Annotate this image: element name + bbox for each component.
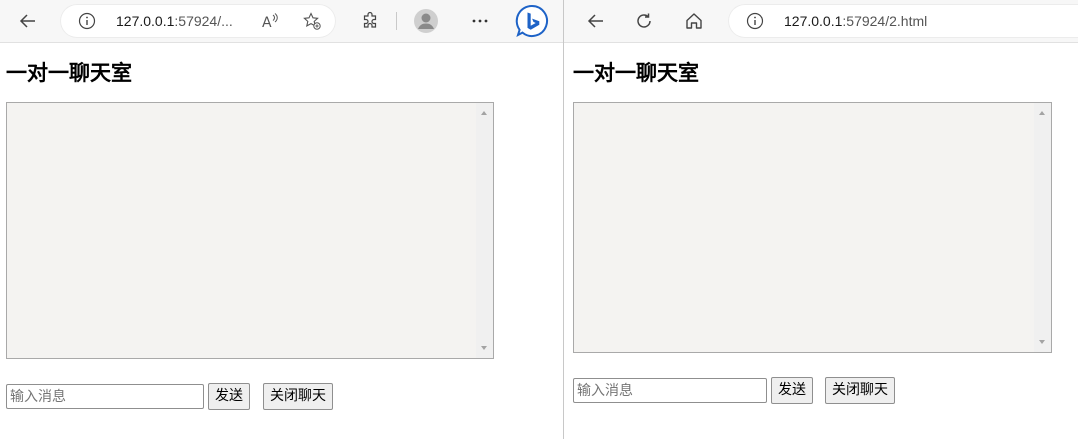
page-content: 一对一聊天室 发送 关闭聊天 [0,43,563,439]
chat-log[interactable] [6,102,494,359]
url-host: 127.0.0.1 [116,13,175,29]
chat-log[interactable] [573,102,1052,353]
browser-window-left: 127.0.0.1:57924/... A 一对一聊天室 输入消息 发送 关闭聊… [0,0,563,439]
svg-text:A: A [262,15,272,31]
scroll-up-arrow-icon[interactable] [481,111,487,115]
page-content: 一对一聊天室 发送 关闭聊天 [564,43,1078,439]
send-button[interactable]: 发送 [208,383,250,410]
more-icon[interactable] [464,5,496,37]
back-arrow-icon[interactable] [580,5,612,37]
page-title: 一对一聊天室 [6,61,132,85]
add-favorite-icon[interactable] [302,11,322,31]
url-host: 127.0.0.1 [784,13,843,29]
url-path: :57924/... [174,13,233,29]
refresh-icon[interactable] [628,5,660,37]
screen: 127.0.0.1:57924/... A 一对一聊天室 输入消息 发送 关闭聊… [0,0,1078,439]
url-text[interactable]: 127.0.0.1:57924/2.html [784,12,927,30]
address-bar[interactable]: 127.0.0.1:57924/... A [60,4,336,38]
browser-toolbar: 127.0.0.1:57924/2.html [564,0,1078,43]
message-input[interactable] [6,384,204,409]
back-arrow-icon[interactable] [12,5,44,37]
scroll-down-arrow-icon[interactable] [1039,340,1045,344]
close-chat-button[interactable]: 关闭聊天 [263,383,333,410]
site-info-icon[interactable] [78,12,96,30]
scroll-up-arrow-icon[interactable] [1039,111,1045,115]
chat-scrollbar[interactable] [476,103,493,358]
home-icon[interactable] [678,5,710,37]
message-input[interactable] [573,378,767,403]
url-path: :57924/2.html [842,13,928,29]
url-text[interactable]: 127.0.0.1:57924/... [116,12,233,30]
close-chat-button[interactable]: 关闭聊天 [825,377,895,404]
toolbar-separator [396,12,397,30]
chat-scrollbar[interactable] [1034,103,1051,352]
profile-icon[interactable] [410,5,442,37]
extensions-icon[interactable] [354,5,386,37]
page-title: 一对一聊天室 [573,61,699,85]
bing-chat-icon[interactable] [514,3,550,39]
address-bar[interactable]: 127.0.0.1:57924/2.html [728,4,1078,38]
read-aloud-icon[interactable]: A [260,11,280,31]
scroll-down-arrow-icon[interactable] [481,346,487,350]
send-button[interactable]: 发送 [771,377,813,404]
site-info-icon[interactable] [746,12,764,30]
browser-window-right: 127.0.0.1:57924/2.html 一对一聊天室 发送 关闭聊天 [564,0,1078,439]
browser-toolbar: 127.0.0.1:57924/... A [0,0,563,43]
